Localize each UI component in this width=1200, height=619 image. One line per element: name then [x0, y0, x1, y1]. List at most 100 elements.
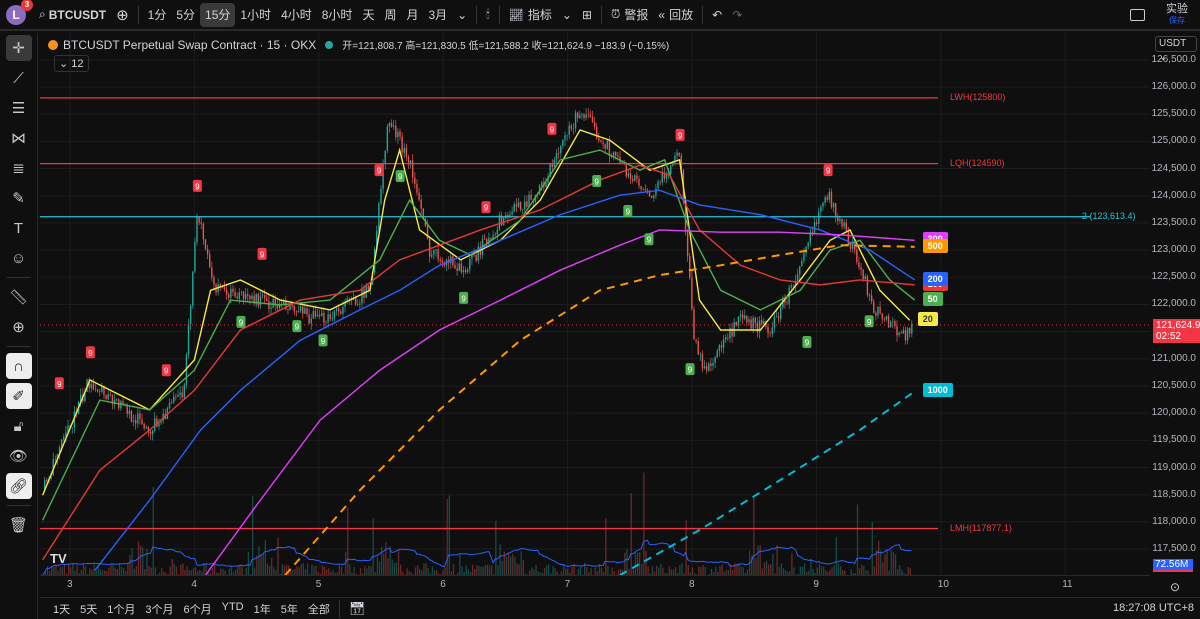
candle-body: [401, 136, 403, 153]
goto-date-icon[interactable]: 📅︎: [344, 601, 371, 617]
candle-body: [342, 306, 344, 314]
candle-body: [746, 315, 748, 323]
interval-3[interactable]: 1小时: [235, 3, 276, 27]
candle-body: [189, 305, 192, 324]
volume-bar: [182, 563, 184, 575]
range-6[interactable]: 1年: [249, 601, 276, 617]
candle-body: [714, 357, 716, 363]
save-layout-button[interactable]: 实验 保存: [1166, 3, 1188, 26]
interval-6[interactable]: 天: [357, 3, 379, 27]
price-label: 125,500.0: [1151, 108, 1197, 120]
range-2[interactable]: 1个月: [102, 601, 140, 617]
time-axis[interactable]: 3 4 5 6 7 8 9 10 11: [40, 575, 1150, 595]
trash-icon[interactable]: 🗑︎: [6, 512, 32, 538]
link-icon[interactable]: 🔗︎: [5, 473, 32, 499]
redo-icon[interactable]: ↷: [727, 3, 747, 27]
range-5[interactable]: YTD: [217, 601, 249, 617]
candle-body: [555, 152, 558, 160]
magnet-icon[interactable]: ∩: [5, 353, 32, 379]
interval-2[interactable]: 15分: [200, 2, 236, 27]
crosshair-icon[interactable]: ✛: [5, 35, 32, 61]
trend-line-icon[interactable]: ⟋: [6, 65, 32, 91]
volume-bar: [68, 563, 70, 575]
eye-icon[interactable]: 👁︎: [6, 443, 32, 469]
candle-body: [818, 211, 820, 225]
pattern-icon[interactable]: ⋈: [6, 125, 32, 151]
settings-icon[interactable]: ⊙: [1170, 580, 1180, 594]
range-3[interactable]: 3个月: [140, 601, 178, 617]
candle-body: [828, 191, 831, 200]
candle-body: [198, 216, 200, 223]
lock-drawings-icon[interactable]: ✐: [5, 383, 32, 409]
volume-bar: [674, 567, 677, 575]
candle-type-icon[interactable]: 🕯︎: [481, 3, 494, 27]
interval-7[interactable]: 周: [379, 3, 401, 27]
indicator-count: 12: [71, 58, 84, 70]
low-value: 121,588.2: [484, 41, 529, 52]
clock[interactable]: 18:27:08 UTC+8: [1113, 602, 1194, 614]
volume-bar: [776, 545, 778, 575]
emoji-icon[interactable]: ☺: [6, 245, 32, 271]
add-symbol-button[interactable]: ⊕: [111, 3, 134, 27]
candle-body: [359, 303, 361, 305]
unlock-icon[interactable]: 🔓︎: [6, 413, 32, 439]
volume-bar: [211, 568, 214, 575]
horizontal-lines-icon[interactable]: ☰: [6, 95, 32, 121]
candle-body: [405, 147, 408, 157]
candle-body: [475, 255, 477, 261]
alert-button[interactable]: ⏰︎ 警报: [606, 3, 653, 27]
candle-body: [145, 426, 147, 429]
candle-body: [868, 295, 871, 296]
candle-body: [750, 319, 752, 329]
interval-4[interactable]: 4小时: [276, 3, 317, 27]
price-chart[interactable]: 9 9 9 9 9 9 9 9 9 9 9 9 9 9 9 9 9 9 9 9 9 TV: [40, 33, 1150, 575]
user-avatar[interactable]: L3: [6, 0, 33, 25]
volume-bar: [518, 564, 520, 575]
ruler-icon[interactable]: 📏︎: [6, 284, 32, 310]
interval-9[interactable]: 3月: [423, 3, 452, 27]
fullscreen-icon[interactable]: [1125, 3, 1150, 27]
candle-body: [864, 276, 866, 280]
replay-button[interactable]: «回放: [653, 3, 698, 27]
candle-body: [200, 222, 202, 224]
indicators-collapse-button[interactable]: ⌄ 12: [54, 55, 89, 72]
volume-bar: [531, 567, 533, 575]
candle-body: [323, 312, 325, 323]
volume-bar: [431, 566, 434, 575]
brush-icon[interactable]: ✎: [6, 185, 32, 211]
candle-body: [638, 178, 640, 186]
symbol-search[interactable]: ⌕ BTCUSDT: [34, 3, 111, 27]
candle-body: [439, 259, 441, 261]
volume-bar: [484, 564, 486, 575]
interval-5[interactable]: 8小时: [317, 3, 358, 27]
layouts-grid-icon[interactable]: ⊞: [577, 3, 597, 27]
range-0[interactable]: 1天: [48, 601, 75, 617]
candle-body: [775, 316, 778, 317]
range-8[interactable]: 全部: [303, 601, 335, 617]
volume-bar: [383, 553, 385, 575]
fib-icon[interactable]: ≣: [6, 155, 32, 181]
range-7[interactable]: 5年: [276, 601, 303, 617]
range-4[interactable]: 6个月: [179, 601, 217, 617]
interval-0[interactable]: 1分: [143, 3, 172, 27]
volume-bar: [643, 472, 645, 575]
interval-1[interactable]: 5分: [171, 3, 200, 27]
range-1[interactable]: 5天: [75, 601, 102, 617]
interval-8[interactable]: 月: [401, 3, 423, 27]
currency-select[interactable]: USDT ⌄: [1155, 36, 1197, 63]
candle-body: [716, 350, 718, 358]
indicators-button[interactable]: 📈︎ 指标: [504, 3, 557, 27]
volume-bar: [180, 564, 182, 575]
zoom-in-icon[interactable]: ⊕: [6, 314, 32, 340]
indicators-chevron-icon[interactable]: ⌄: [557, 3, 577, 27]
candle-body: [316, 314, 319, 317]
undo-icon[interactable]: ↶: [707, 3, 727, 27]
interval-dropdown-chevron-icon[interactable]: ⌄: [452, 3, 472, 27]
candle-body: [841, 219, 843, 227]
price-axis[interactable]: 126,500.0 126,000.0 125,500.0 125,000.0 124,…: [1150, 33, 1200, 573]
volume-bar: [444, 567, 446, 575]
candle-body: [519, 202, 522, 210]
text-icon[interactable]: T: [6, 215, 32, 241]
candle-body: [712, 362, 714, 366]
candle-body: [786, 302, 788, 304]
